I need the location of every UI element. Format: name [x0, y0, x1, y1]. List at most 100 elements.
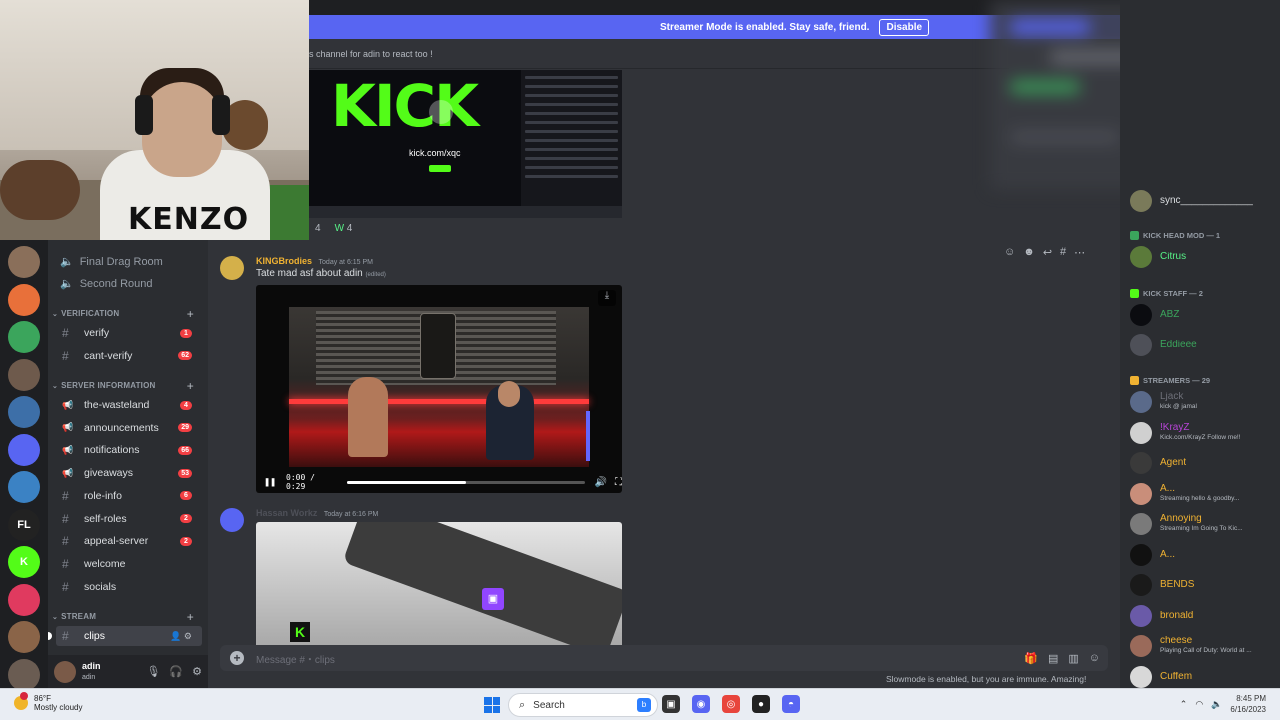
- disable-streamer-mode-button[interactable]: Disable: [879, 18, 930, 36]
- member-name: Cuffem: [1160, 671, 1193, 682]
- channel-socials[interactable]: # socials: [56, 577, 202, 597]
- member-item[interactable]: !KrayZ Kick.com/KrayZ Follow me!!: [1130, 420, 1278, 446]
- avatar[interactable]: [220, 256, 244, 280]
- server-icon[interactable]: [8, 621, 40, 653]
- add-reaction-icon[interactable]: ☺: [1004, 246, 1015, 259]
- channel-name: cant-verify: [84, 349, 133, 362]
- member-item[interactable]: sync_____________: [1130, 188, 1278, 214]
- avatar: [1130, 543, 1152, 566]
- channel-verify[interactable]: # verify 1: [56, 323, 202, 343]
- member-item[interactable]: Citrus: [1130, 244, 1278, 270]
- member-item[interactable]: BENDS: [1130, 572, 1278, 598]
- member-item[interactable]: bronald: [1130, 603, 1278, 629]
- gift-icon[interactable]: 🎁: [1024, 652, 1038, 665]
- shirt-logo: KENZO: [128, 202, 250, 237]
- add-channel-icon[interactable]: +: [187, 307, 194, 321]
- channel-the-wasteland[interactable]: 📢 the-wasteland 4: [56, 395, 202, 415]
- add-channel-icon[interactable]: +: [187, 379, 194, 393]
- member-item[interactable]: A...: [1130, 542, 1278, 568]
- channel-welcome[interactable]: # welcome: [56, 554, 202, 574]
- message-input[interactable]: Message #・clips: [256, 651, 335, 666]
- voice-channel[interactable]: 🔈 Second Round: [60, 277, 152, 291]
- category-stream[interactable]: ⌄ STREAM +: [52, 610, 204, 624]
- pause-icon[interactable]: ❚❚: [264, 477, 276, 488]
- category-server-information[interactable]: ⌄ SERVER INFORMATION +: [52, 379, 204, 393]
- user-avatar[interactable]: [54, 660, 76, 683]
- volume-icon[interactable]: 🔈: [1211, 699, 1222, 710]
- wifi-icon[interactable]: ◠: [1195, 699, 1203, 710]
- channel-appeal-server[interactable]: # appeal-server 2: [56, 531, 202, 551]
- thread-icon[interactable]: #: [1060, 246, 1066, 259]
- add-channel-icon[interactable]: +: [187, 610, 194, 624]
- message-author[interactable]: KINGBrodies Today at 6:15 PM: [256, 256, 373, 266]
- server-icon[interactable]: [8, 283, 40, 316]
- attach-plus-icon[interactable]: +: [230, 651, 244, 665]
- server-icon[interactable]: [8, 658, 40, 691]
- gif-icon[interactable]: ▤: [1048, 652, 1058, 665]
- category-verification[interactable]: ⌄ VERIFICATION +: [52, 307, 204, 321]
- member-item[interactable]: Ljack kick @ jamal: [1130, 389, 1278, 415]
- member-item[interactable]: Agent: [1130, 450, 1278, 476]
- taskbar-search[interactable]: ⌕ Search b: [508, 693, 658, 717]
- member-item[interactable]: cheese Playing Call of Duty: World at ...: [1130, 633, 1278, 659]
- volume-icon[interactable]: 🔊: [595, 477, 607, 488]
- avatar[interactable]: [220, 508, 244, 532]
- server-icon[interactable]: [8, 471, 40, 503]
- obs-icon[interactable]: ●: [752, 695, 770, 713]
- bing-icon: b: [637, 698, 651, 712]
- start-button-icon[interactable]: [484, 697, 500, 713]
- message-author[interactable]: Hassan Workz Today at 6:16 PM: [256, 508, 378, 518]
- chrome-icon[interactable]: ◎: [722, 695, 740, 713]
- member-item[interactable]: A... Streaming hello & goodby...: [1130, 481, 1278, 507]
- sticker-icon[interactable]: ▥: [1068, 652, 1078, 665]
- mic-icon[interactable]: 🎙: [146, 665, 160, 678]
- settings-icon[interactable]: ⚙: [192, 665, 202, 678]
- member-item[interactable]: Eddieee: [1130, 332, 1278, 358]
- channel-clips[interactable]: # clips 👤 ⚙: [48, 626, 202, 646]
- clock[interactable]: 8:45 PM 6/16/2023: [1230, 693, 1266, 715]
- voice-channel[interactable]: 🔈 Final Drag Room: [60, 255, 163, 269]
- user-name[interactable]: adin adin: [82, 661, 101, 683]
- channel-giveaways[interactable]: 📢 giveaways 53: [56, 463, 202, 483]
- member-item[interactable]: Annoying Streaming Im Going To Kic...: [1130, 511, 1278, 537]
- channel-cant-verify[interactable]: # cant-verify 62: [56, 346, 202, 366]
- video-time: 0:00 / 0:29: [286, 473, 315, 491]
- more-icon[interactable]: ⋯: [1074, 246, 1085, 259]
- teams-icon[interactable]: ◉: [692, 695, 710, 713]
- server-icon[interactable]: [8, 583, 40, 616]
- weather-widget[interactable]: 86°F Mostly cloudy: [14, 692, 82, 712]
- server-icon[interactable]: [8, 358, 40, 391]
- channel-self-roles[interactable]: # self-roles 2: [56, 509, 202, 529]
- task-view-icon[interactable]: ▣: [662, 695, 680, 713]
- video-progress-bar[interactable]: [346, 480, 585, 484]
- server-icon[interactable]: [8, 396, 40, 428]
- download-icon[interactable]: ⤓: [598, 290, 616, 306]
- server-icon[interactable]: [8, 246, 40, 278]
- reply-icon[interactable]: ↩: [1043, 246, 1052, 259]
- image-attachment[interactable]: ▣ K: [256, 522, 622, 645]
- chevron-up-icon[interactable]: ⌃: [1180, 699, 1188, 710]
- message-actions-bar: ☺ ☻ ↩ # ⋯: [1004, 246, 1085, 259]
- channel-announcements[interactable]: 📢 announcements 29: [56, 418, 202, 438]
- video-player[interactable]: ⤓ ❚❚ 0:00 / 0:29 🔊 ⛶: [256, 285, 622, 493]
- emoji-icon[interactable]: ☺: [1089, 652, 1100, 665]
- server-icon[interactable]: [8, 433, 40, 466]
- headphones-icon[interactable]: 🎧: [169, 665, 183, 678]
- channel-notifications[interactable]: 📢 notifications 66: [56, 440, 202, 460]
- reaction[interactable]: 4: [315, 223, 321, 234]
- super-reaction-icon[interactable]: ☻: [1023, 246, 1035, 259]
- discord-icon[interactable]: ◓: [782, 695, 800, 713]
- avatar: [1130, 513, 1152, 535]
- server-icon[interactable]: [8, 321, 40, 353]
- channel-name: role-info: [84, 489, 122, 502]
- server-icon[interactable]: K: [8, 546, 40, 578]
- member-item[interactable]: Cuffem: [1130, 664, 1278, 689]
- fullscreen-icon[interactable]: ⛶: [615, 477, 622, 488]
- kick-embed-image[interactable]: KICK kick.com/xqc: [309, 70, 622, 218]
- reaction[interactable]: W 4: [335, 223, 353, 234]
- channel-settings-icon[interactable]: 👤 ⚙: [170, 631, 192, 642]
- member-item[interactable]: ABZ: [1130, 302, 1278, 328]
- server-icon[interactable]: FL: [8, 508, 40, 541]
- channel-role-info[interactable]: # role-info 6: [56, 486, 202, 506]
- avatar: [1130, 665, 1152, 688]
